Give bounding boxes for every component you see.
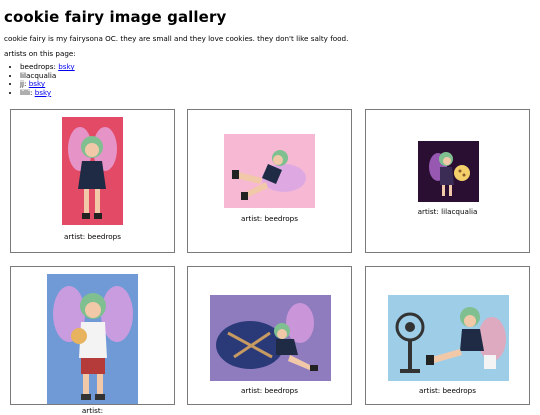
image-caption: artist: beedrops — [419, 386, 476, 395]
image-caption: artist: beedrops — [241, 386, 298, 395]
gallery-card[interactable]: artist: beedrops — [187, 266, 352, 405]
image-caption: artist: — [81, 406, 104, 415]
page-title: cookie fairy image gallery — [4, 8, 227, 26]
fairy-image[interactable] — [224, 134, 315, 208]
fairy-image[interactable] — [47, 274, 138, 404]
gallery-page: cookie fairy image gallery cookie fairy … — [0, 0, 540, 415]
fairy-image[interactable] — [62, 117, 123, 225]
intro-text: cookie fairy is my fairysona OC. they ar… — [4, 34, 349, 43]
gallery-card[interactable]: artist: beedrops — [10, 109, 175, 253]
artists-heading: artists on this page: — [4, 49, 76, 58]
artist-link-bsky[interactable]: bsky — [58, 62, 74, 71]
image-caption: artist: lilacqualia — [417, 207, 478, 216]
gallery-card[interactable]: artist: — [10, 266, 175, 415]
gallery-card[interactable]: artist: beedrops — [187, 109, 352, 253]
fairy-image[interactable] — [418, 141, 479, 202]
artist-name: lilli: — [20, 87, 33, 97]
artist-link-bsky[interactable]: bsky — [35, 88, 51, 97]
gallery-card[interactable]: artist: lilacqualia — [365, 109, 530, 253]
artist-item: lilli: bsky — [20, 87, 75, 98]
fairy-image[interactable] — [388, 295, 509, 381]
fairy-image[interactable] — [210, 295, 331, 381]
artist-list: beedrops: bsky lilacqualia jj: bsky lill… — [12, 62, 75, 98]
image-caption: artist: beedrops — [64, 232, 121, 241]
gallery-card[interactable]: artist: beedrops — [365, 266, 530, 405]
image-caption: artist: beedrops — [241, 214, 298, 223]
